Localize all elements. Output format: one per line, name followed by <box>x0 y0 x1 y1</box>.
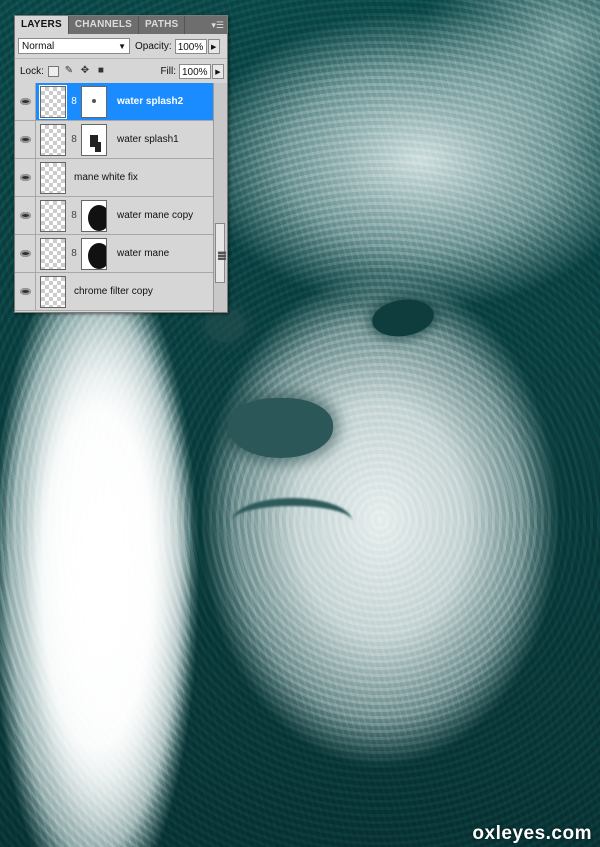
layer-thumbnail <box>39 84 67 119</box>
eye-icon[interactable] <box>15 121 36 158</box>
layer-name: water splash2 <box>117 96 184 107</box>
fill-label: Fill: <box>160 65 176 77</box>
layer-name: water mane copy <box>117 210 194 221</box>
layers-scrollbar[interactable]: ▬ ▬ ▬ <box>213 83 227 312</box>
eye-icon[interactable] <box>15 159 36 196</box>
layer-mask-thumbnail[interactable] <box>81 237 107 270</box>
layer-row[interactable]: chrome filter copy <box>15 273 213 311</box>
link-icon[interactable]: 8 <box>70 134 78 145</box>
layer-row[interactable]: mane white fix <box>15 159 213 197</box>
layer-name: mane white fix <box>74 172 138 183</box>
layer-row[interactable]: 8 water mane copy <box>15 197 213 235</box>
eye-icon[interactable] <box>15 197 36 234</box>
layer-row[interactable]: 8 water splash2 <box>15 83 213 121</box>
lion-left-eye <box>205 308 245 342</box>
layer-name: water splash1 <box>117 134 179 145</box>
layer-thumbnail <box>40 199 66 232</box>
tab-paths[interactable]: PATHS <box>139 16 186 34</box>
layer-thumbnail <box>40 275 66 308</box>
layer-mask-thumbnail[interactable] <box>81 85 107 118</box>
fill-field[interactable]: 100% <box>179 63 211 79</box>
link-icon[interactable]: 8 <box>70 210 78 221</box>
scrollbar-thumb[interactable]: ▬ ▬ ▬ <box>215 223 226 283</box>
lock-label: Lock: <box>20 65 44 77</box>
eye-icon[interactable] <box>15 273 36 310</box>
eye-icon[interactable] <box>15 83 36 120</box>
chevron-down-icon: ▼ <box>118 42 126 51</box>
tab-channels[interactable]: CHANNELS <box>69 16 140 34</box>
layer-row[interactable]: 8 water mane <box>15 235 213 273</box>
panel-tabs: LAYERS CHANNELS PATHS ▾☰ <box>15 16 227 34</box>
tab-layers[interactable]: LAYERS <box>15 16 69 34</box>
grip-icon: ▬ ▬ ▬ <box>218 247 226 262</box>
opacity-field[interactable]: 100% <box>174 38 207 54</box>
layer-name: chrome filter copy <box>74 286 153 297</box>
link-icon[interactable]: 8 <box>70 96 78 107</box>
link-icon[interactable]: 8 <box>70 248 78 259</box>
blend-row: Normal ▼ Opacity: 100% ▶ <box>15 34 227 59</box>
blend-mode-value: Normal <box>22 41 55 52</box>
layer-mask-thumbnail[interactable] <box>81 199 107 232</box>
layer-row[interactable]: 8 water splash1 <box>15 121 213 159</box>
eye-icon[interactable] <box>15 235 36 272</box>
layers-panel: LAYERS CHANNELS PATHS ▾☰ Normal ▼ Opacit… <box>14 15 228 313</box>
opacity-arrow-button[interactable]: ▶ <box>207 38 220 54</box>
lock-all-icon[interactable]: ■ <box>95 65 107 77</box>
lock-brush-icon[interactable]: ✎ <box>63 65 75 77</box>
layer-thumbnail <box>40 161 66 194</box>
layer-mask-thumbnail[interactable] <box>81 123 107 156</box>
lion-mouth <box>232 498 352 544</box>
layers-list: 8 water splash2 8 water splash1 mane whi… <box>15 83 213 312</box>
lion-nose <box>228 398 333 458</box>
layer-thumbnail <box>40 237 66 270</box>
fill-arrow-button[interactable]: ▶ <box>212 63 224 79</box>
layer-thumbnail <box>40 123 66 156</box>
opacity-label: Opacity: <box>135 40 172 52</box>
blend-mode-select[interactable]: Normal ▼ <box>18 38 130 54</box>
watermark: oxleyes.com <box>472 823 592 844</box>
lock-row: Lock: ✎ ✥ ■ Fill: 100% ▶ <box>15 59 227 84</box>
lock-transparency-icon[interactable] <box>47 65 59 77</box>
panel-menu-icon[interactable]: ▾☰ <box>208 19 224 31</box>
layer-name: water mane <box>117 248 170 259</box>
lock-move-icon[interactable]: ✥ <box>79 65 91 77</box>
